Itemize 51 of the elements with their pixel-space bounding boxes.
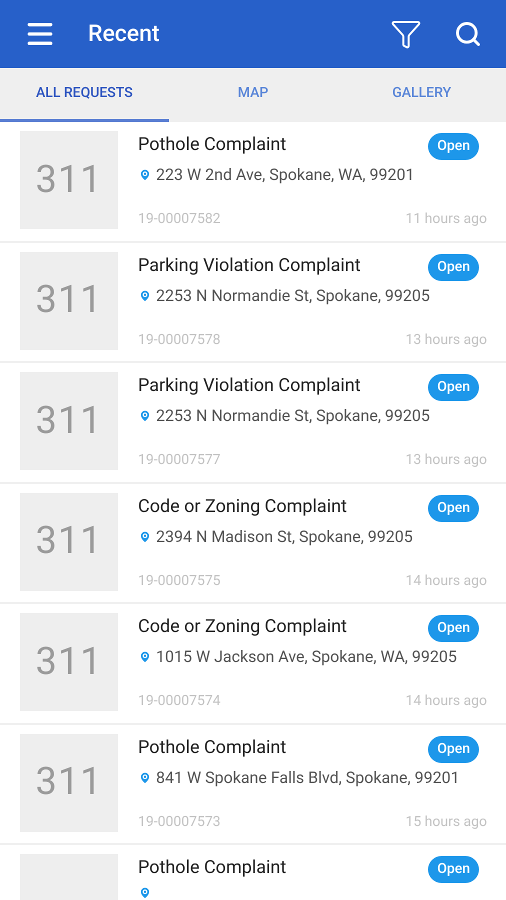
status-badge: Open xyxy=(428,374,479,401)
request-title: Pothole Complaint xyxy=(138,736,286,760)
request-row[interactable]: 311 Parking Violation Complaint Open 2253 N Normandie St, Spokane, 99205 19-00007578 13 hours ago xyxy=(0,242,506,363)
thumbnail-label: 311 xyxy=(36,156,102,204)
request-address: 223 W 2nd Ave, Spokane, WA, 99201 xyxy=(156,164,414,186)
request-time: 13 hours ago xyxy=(405,451,487,470)
request-time: 11 hours ago xyxy=(405,210,487,229)
thumbnail-label: 311 xyxy=(36,518,102,565)
request-time: 14 hours ago xyxy=(405,692,487,711)
request-address: 2253 N Normandie St, Spokane, 99205 xyxy=(156,284,430,306)
status-badge: Open xyxy=(428,254,479,280)
status-badge: Open xyxy=(428,615,479,642)
status-badge: Open xyxy=(428,494,479,522)
request-address: 2394 N Madison St, Spokane, 99205 xyxy=(156,526,413,548)
request-time: 14 hours ago xyxy=(405,572,487,590)
request-row[interactable]: 311 Pothole Complaint Open 841 W Spokane Falls Blvd, Spokane, 99201 19-00007573 15 hours ago xyxy=(0,724,506,845)
location-pin-icon xyxy=(138,288,152,302)
request-id: 19-00007573 xyxy=(138,812,221,832)
request-title: Code or Zoning Complaint xyxy=(138,615,347,639)
request-id: 19-00007578 xyxy=(138,330,221,350)
location-pin-icon xyxy=(138,530,152,544)
status-badge: Open xyxy=(428,133,479,160)
thumbnail-label: 311 xyxy=(36,277,102,324)
search-icon[interactable] xyxy=(454,20,482,48)
request-address: 841 W Spokane Falls Blvd, Spokane, 99201 xyxy=(156,766,460,788)
location-pin-icon xyxy=(138,409,152,423)
request-id: 19-00007582 xyxy=(138,210,221,229)
request-title: Pothole Complaint xyxy=(138,856,286,880)
request-title: Pothole Complaint xyxy=(138,133,286,157)
location-pin-icon xyxy=(138,168,152,182)
app-bar-title: Recent xyxy=(88,18,160,49)
request-id: 19-00007574 xyxy=(138,692,221,711)
location-pin-icon xyxy=(138,650,152,664)
request-id: 19-00007577 xyxy=(138,451,221,470)
thumbnail-label: 311 xyxy=(36,759,102,806)
request-address: 2253 N Normandie St, Spokane, 99205 xyxy=(156,405,430,427)
request-title: Parking Violation Complaint xyxy=(138,254,361,278)
thumbnail-label: 311 xyxy=(36,398,102,444)
location-pin-icon xyxy=(138,770,152,784)
location-pin-icon xyxy=(138,886,152,900)
request-time: 13 hours ago xyxy=(405,330,487,350)
request-title: Parking Violation Complaint xyxy=(138,374,361,398)
thumbnail-label: 311 xyxy=(36,638,102,686)
status-badge: Open xyxy=(428,736,479,762)
request-time: 15 hours ago xyxy=(405,812,487,832)
request-id: 19-00007575 xyxy=(138,572,221,590)
request-address: 1015 W Jackson Ave, Spokane, WA, 99205 xyxy=(156,646,457,668)
filter-icon[interactable] xyxy=(390,18,422,50)
request-row[interactable]: 311 Code or Zoning Complaint Open 2394 N Madison St, Spokane, 99205 19-00007575 14 hours ago xyxy=(0,484,506,604)
status-badge: Open xyxy=(428,856,479,883)
request-title: Code or Zoning Complaint xyxy=(138,494,347,518)
